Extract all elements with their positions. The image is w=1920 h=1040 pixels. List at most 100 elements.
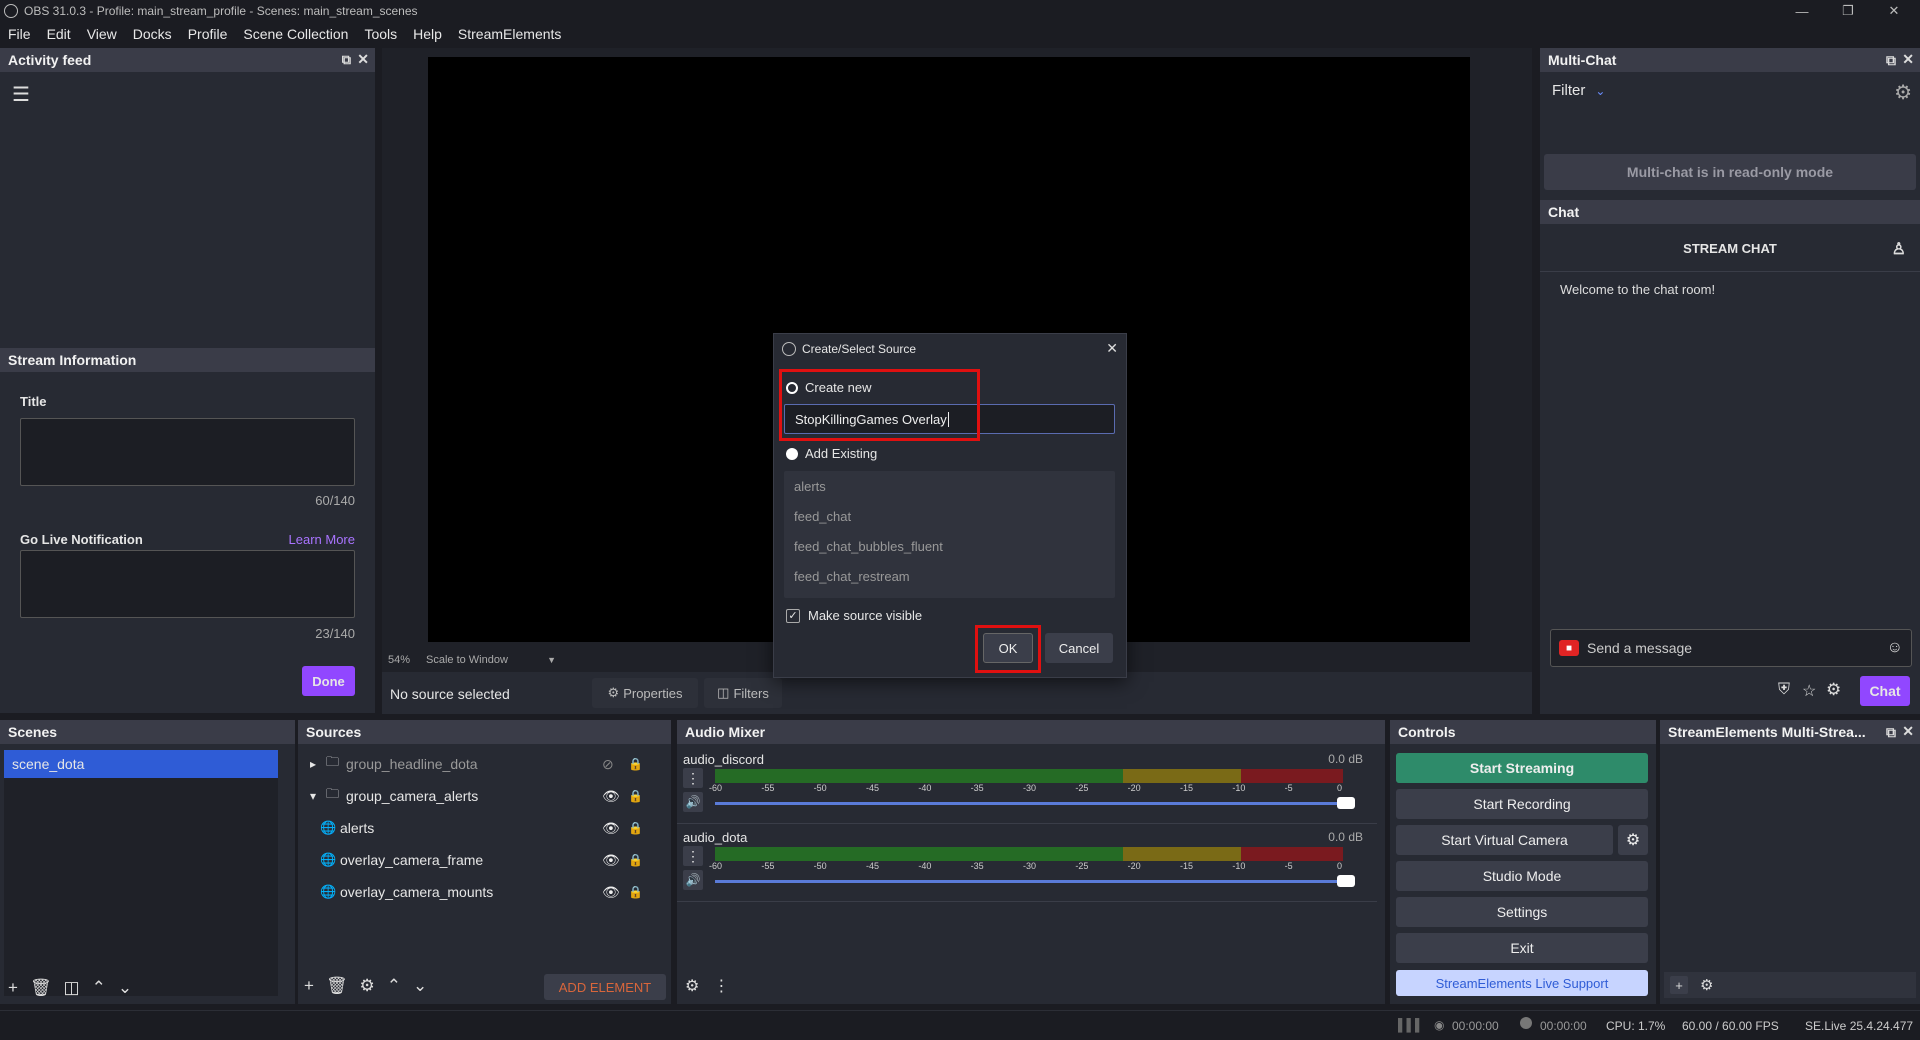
gear-icon[interactable]: ⚙ bbox=[1700, 976, 1713, 994]
more-vertical-icon[interactable]: ⋮ bbox=[683, 768, 703, 788]
restore-icon[interactable]: ❐ bbox=[1826, 0, 1870, 22]
lock-icon[interactable]: 🔒 bbox=[628, 885, 643, 899]
menu-item-docks[interactable]: Docks bbox=[125, 26, 180, 42]
source-item[interactable]: 🌐 overlay_camera_mounts 👁 🔒 bbox=[298, 876, 668, 908]
scene-item[interactable]: scene_dota bbox=[4, 750, 278, 778]
emoji-icon[interactable]: ☺ bbox=[1887, 639, 1903, 657]
start-recording-button[interactable]: Start Recording bbox=[1396, 789, 1648, 819]
filters-button[interactable]: ◫ Filters bbox=[704, 678, 782, 708]
menu-item-tools[interactable]: Tools bbox=[356, 26, 405, 42]
trash-icon[interactable]: 🗑 bbox=[326, 976, 348, 996]
users-icon[interactable]: ♙ bbox=[1892, 239, 1906, 259]
expand-arrow-icon[interactable]: ▸ bbox=[310, 757, 316, 771]
exit-button[interactable]: Exit bbox=[1396, 933, 1648, 963]
arrow-up-icon[interactable]: ⌃ bbox=[92, 978, 106, 998]
send-message-input[interactable]: ■ Send a message ☺ bbox=[1550, 629, 1912, 667]
make-visible-checkbox[interactable]: ✓ bbox=[786, 608, 800, 623]
undock-icon[interactable]: ⧉ bbox=[1886, 52, 1896, 69]
volume-icon[interactable]: 🔊 bbox=[683, 792, 703, 812]
undock-icon[interactable]: ⧉ bbox=[342, 52, 351, 68]
add-existing-radio[interactable] bbox=[786, 447, 798, 460]
filter-dropdown[interactable]: Filter ⌄ bbox=[1552, 82, 1605, 99]
volume-slider-handle[interactable] bbox=[1337, 797, 1355, 809]
menu-item-help[interactable]: Help bbox=[405, 26, 450, 42]
add-icon[interactable]: + bbox=[8, 978, 18, 998]
start-virtual-camera-button[interactable]: Start Virtual Camera bbox=[1396, 825, 1613, 855]
minimize-icon[interactable]: — bbox=[1780, 0, 1824, 22]
source-item[interactable]: ▸ 🗀 group_headline_dota ⊘ 🔒 bbox=[298, 748, 668, 780]
lock-icon[interactable]: 🔒 bbox=[628, 821, 643, 835]
add-icon[interactable]: + bbox=[304, 976, 314, 996]
existing-source-item[interactable]: feed_chat_restream bbox=[784, 561, 1115, 591]
source-item[interactable]: 🌐 alerts 👁 🔒 bbox=[298, 812, 668, 844]
close-icon[interactable]: ✕ bbox=[1902, 723, 1914, 740]
lock-icon[interactable]: 🔒 bbox=[628, 853, 643, 867]
meter-tick-label: -35 bbox=[970, 861, 984, 871]
existing-sources-list[interactable]: alerts feed_chat feed_chat_bubbles_fluent f… bbox=[784, 471, 1115, 598]
source-item[interactable]: ▾ 🗀 group_camera_alerts 👁 🔒 bbox=[298, 780, 668, 812]
volume-icon[interactable]: 🔊 bbox=[683, 870, 703, 890]
menu-item-file[interactable]: File bbox=[0, 26, 39, 42]
eye-icon[interactable]: 👁 bbox=[602, 788, 620, 805]
settings-button[interactable]: Settings bbox=[1396, 897, 1648, 927]
menu-item-view[interactable]: View bbox=[79, 26, 125, 42]
close-icon[interactable]: ✕ bbox=[1902, 51, 1914, 68]
close-icon[interactable]: ✕ bbox=[1106, 340, 1118, 357]
trophy-icon[interactable]: ☆ bbox=[1802, 681, 1816, 701]
close-icon[interactable]: ✕ bbox=[1872, 0, 1916, 22]
menu-item-profile[interactable]: Profile bbox=[180, 26, 236, 42]
existing-source-item[interactable]: alerts bbox=[784, 471, 1115, 501]
add-existing-option[interactable]: Add Existing bbox=[786, 446, 877, 461]
gear-icon[interactable]: ⚙ bbox=[360, 976, 375, 996]
menu-bar: File Edit View Docks Profile Scene Collection… bbox=[0, 22, 1920, 46]
gear-icon[interactable]: ⚙ bbox=[685, 976, 699, 996]
close-icon[interactable]: ✕ bbox=[357, 51, 369, 68]
volume-slider-track[interactable] bbox=[715, 802, 1343, 805]
filter-icon[interactable]: ◫ bbox=[64, 978, 80, 998]
scale-select[interactable]: Scale to Window ▼ bbox=[426, 652, 556, 668]
studio-mode-button[interactable]: Studio Mode bbox=[1396, 861, 1648, 891]
virtual-camera-settings-button[interactable]: ⚙ bbox=[1618, 825, 1648, 855]
existing-source-item[interactable]: feed_chat_bubbles_fluent bbox=[784, 531, 1115, 561]
notification-field[interactable] bbox=[20, 550, 355, 618]
existing-source-item[interactable]: feed_chat bbox=[784, 501, 1115, 531]
arrow-down-icon[interactable]: ⌄ bbox=[413, 976, 427, 996]
eye-icon[interactable]: 👁 bbox=[602, 820, 620, 837]
make-visible-option[interactable]: ✓ Make source visible bbox=[786, 608, 922, 623]
chat-send-button[interactable]: Chat bbox=[1860, 676, 1910, 706]
live-support-button[interactable]: StreamElements Live Support bbox=[1396, 970, 1648, 996]
eye-icon[interactable]: 👁 bbox=[602, 884, 620, 901]
add-icon[interactable]: + bbox=[1670, 976, 1688, 994]
camera-icon[interactable]: ■ bbox=[1559, 640, 1579, 656]
add-element-button[interactable]: ADD ELEMENT bbox=[544, 974, 666, 1000]
cancel-button[interactable]: Cancel bbox=[1045, 633, 1113, 663]
menu-item-streamelements[interactable]: StreamElements bbox=[450, 26, 569, 42]
more-vertical-icon[interactable]: ⋮ bbox=[713, 976, 729, 996]
learn-more-link[interactable]: Learn More bbox=[289, 532, 355, 547]
undock-icon[interactable]: ⧉ bbox=[1886, 724, 1896, 741]
done-button[interactable]: Done bbox=[302, 666, 355, 696]
title-field[interactable] bbox=[20, 418, 355, 486]
properties-button[interactable]: ⚙ Properties bbox=[592, 678, 698, 708]
hamburger-menu-icon[interactable]: ☰ bbox=[12, 82, 30, 107]
source-item[interactable]: 🌐 overlay_camera_frame 👁 🔒 bbox=[298, 844, 668, 876]
arrow-down-icon[interactable]: ⌄ bbox=[118, 978, 132, 998]
gear-icon[interactable]: ⚙ bbox=[1826, 680, 1841, 700]
menu-item-edit[interactable]: Edit bbox=[39, 26, 79, 42]
lock-icon[interactable]: 🔒 bbox=[628, 757, 643, 771]
menu-item-scene-collection[interactable]: Scene Collection bbox=[235, 26, 356, 42]
start-streaming-button[interactable]: Start Streaming bbox=[1396, 753, 1648, 783]
trash-icon[interactable]: 🗑 bbox=[30, 978, 52, 998]
volume-slider-track[interactable] bbox=[715, 880, 1343, 883]
shield-icon[interactable]: ⛨ bbox=[1778, 681, 1790, 699]
expand-arrow-icon[interactable]: ▾ bbox=[310, 789, 316, 803]
volume-slider-handle[interactable] bbox=[1337, 875, 1355, 887]
gear-icon[interactable]: ⚙ bbox=[1894, 80, 1912, 105]
meter-green bbox=[715, 769, 1123, 783]
lock-icon[interactable]: 🔒 bbox=[628, 789, 643, 803]
arrow-up-icon[interactable]: ⌃ bbox=[387, 976, 401, 996]
meter-tick-label: -40 bbox=[918, 861, 932, 871]
eye-hidden-icon[interactable]: ⊘ bbox=[602, 756, 614, 773]
more-vertical-icon[interactable]: ⋮ bbox=[683, 846, 703, 866]
eye-icon[interactable]: 👁 bbox=[602, 852, 620, 869]
